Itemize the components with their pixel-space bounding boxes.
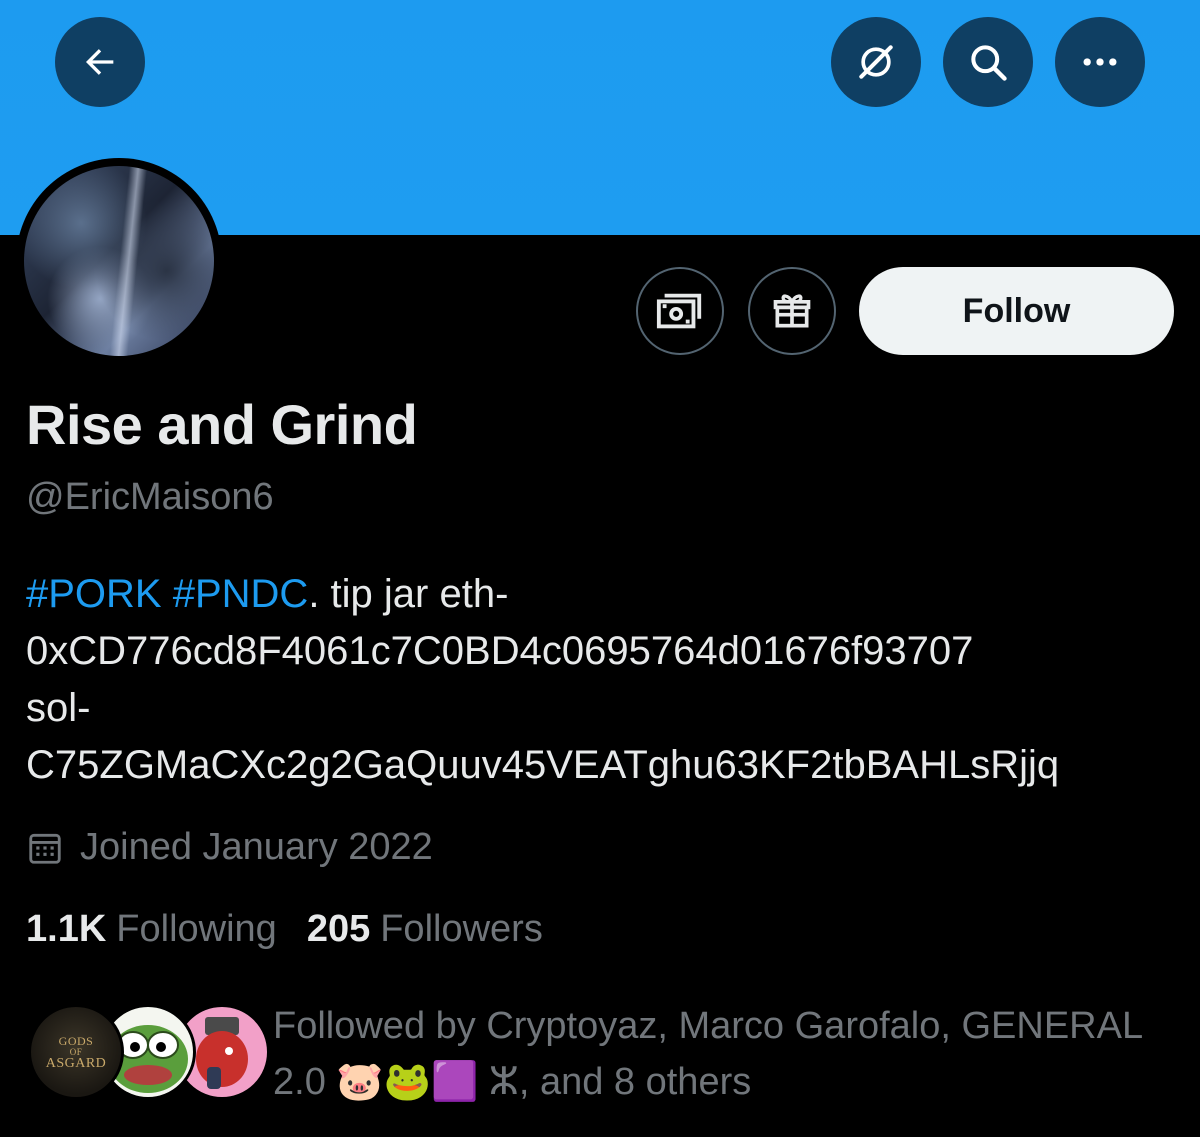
- following-label: Following: [116, 908, 277, 950]
- follow-stats: 1.1K Following 205 Followers: [26, 908, 573, 951]
- search-button[interactable]: [943, 17, 1033, 107]
- gods-of-asgard-logo: GODS OF ASGARD: [45, 1033, 107, 1071]
- user-handle: @EricMaison6: [26, 476, 274, 518]
- more-horizontal-icon: [1083, 58, 1117, 66]
- bio-line-3: sol-: [26, 686, 91, 730]
- followers-link[interactable]: 205 Followers: [307, 908, 543, 951]
- bio-text: . tip jar eth-: [308, 572, 509, 616]
- arrow-left-icon: [86, 49, 114, 75]
- bio-line-4: C75ZGMaCXc2g2GaQuuv45VEATghu63KF2tbBAHLs…: [26, 743, 1060, 787]
- gift-icon: [773, 294, 811, 328]
- follow-button[interactable]: Follow: [859, 267, 1174, 355]
- bio-line-2: 0xCD776cd8F4061c7C0BD4c0695764d01676f937…: [26, 629, 974, 673]
- avatar: GODS OF ASGARD: [28, 1004, 124, 1100]
- hashtag-link[interactable]: #PNDC: [173, 572, 309, 616]
- followed-by-line-1: Followed by Cryptoyaz, Marco Garofalo, G…: [273, 1005, 1144, 1047]
- back-button[interactable]: [55, 17, 145, 107]
- profile-avatar-ring: [16, 158, 222, 364]
- followed-by-line-2-prefix: 2.0: [273, 1061, 337, 1103]
- profile-bio: #PORK #PNDC. tip jar eth- 0xCD776cd8F406…: [26, 566, 1176, 794]
- more-button[interactable]: [1055, 17, 1145, 107]
- display-name: Rise and Grind: [26, 393, 418, 456]
- followers-count: 205: [306, 908, 371, 950]
- bio-line-1: #PORK #PNDC. tip jar eth-: [26, 566, 1176, 623]
- tip-button[interactable]: [636, 267, 724, 355]
- joined-text: Joined January 2022: [80, 826, 433, 868]
- money-icon: [656, 293, 702, 329]
- following-count: 1.1K: [26, 908, 107, 950]
- profile-page: Follow Rise and Grind @EricMaison6 #PORK…: [0, 0, 1200, 1137]
- avatar[interactable]: [24, 166, 214, 356]
- grok-button[interactable]: [831, 17, 921, 107]
- search-icon: [971, 45, 1007, 81]
- following-link[interactable]: 1.1K Following: [26, 908, 277, 951]
- followed-by-text[interactable]: Followed by Cryptoyaz, Marco Garofalo, G…: [273, 998, 1178, 1110]
- joined-date: Joined January 2022: [26, 826, 433, 869]
- hashtag-link[interactable]: #PORK: [26, 572, 162, 616]
- calendar-icon: [29, 833, 61, 864]
- followed-by-line-2-suffix: ⵣ, and 8 others: [478, 1061, 752, 1103]
- gift-button[interactable]: [748, 267, 836, 355]
- followers-label: Followers: [380, 908, 543, 950]
- followed-by-emojis: 🐷🐸🟪: [336, 1061, 479, 1103]
- followed-by-avatars[interactable]: GODS OF ASGARD: [28, 1004, 270, 1104]
- grok-icon: [859, 45, 893, 79]
